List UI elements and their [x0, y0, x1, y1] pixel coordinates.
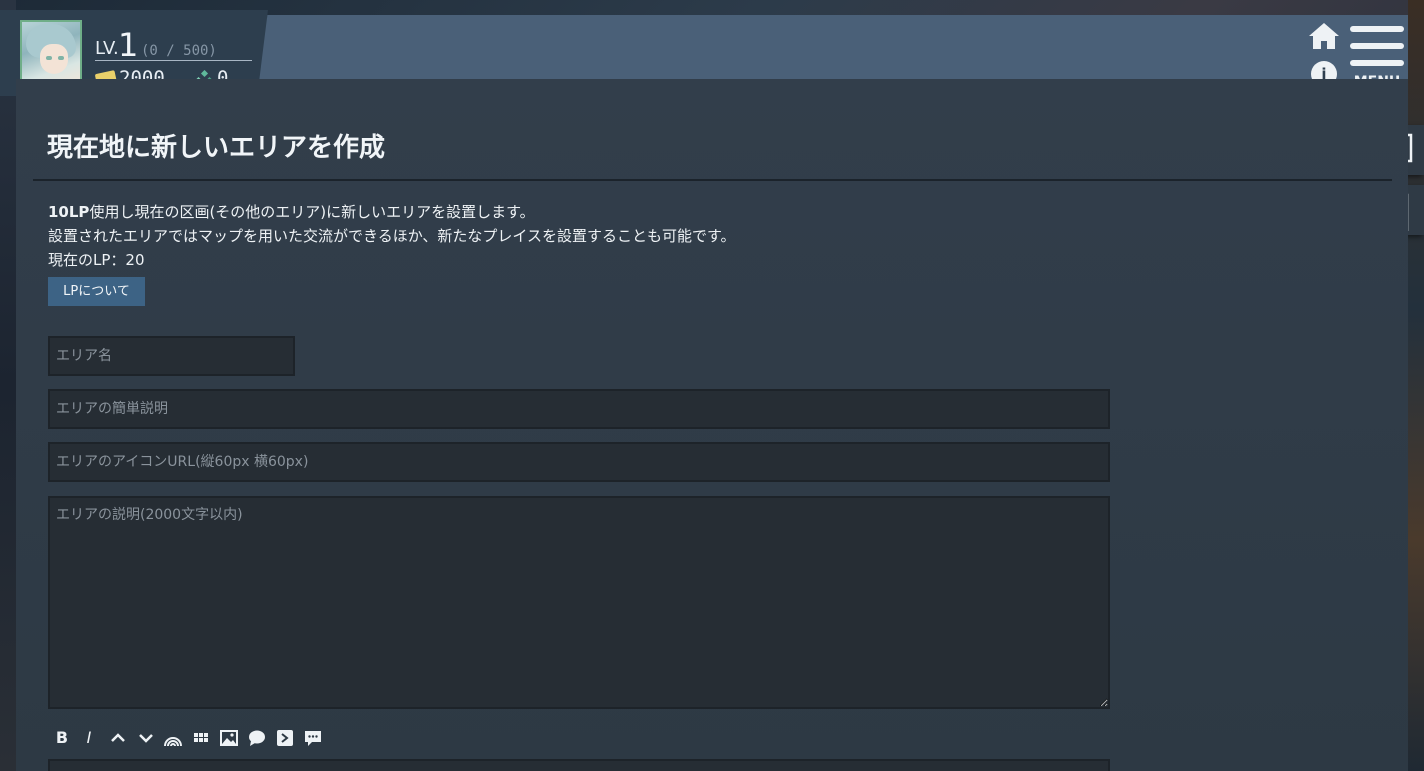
- grid-icon[interactable]: [191, 728, 211, 748]
- home-icon[interactable]: [1308, 22, 1340, 50]
- area-description-textarea[interactable]: [48, 496, 1110, 709]
- background-right: [1408, 0, 1424, 771]
- description-line-1: 10LP使用し現在の区画(その他のエリア)に新しいエリアを設置します。: [48, 203, 535, 221]
- area-name-input[interactable]: [48, 336, 295, 376]
- bold-button[interactable]: B: [52, 728, 72, 748]
- lp-cost: 10LP: [48, 203, 90, 221]
- rainbow-icon[interactable]: [163, 728, 183, 748]
- current-lp: 現在のLP：20: [48, 251, 145, 269]
- background-left: [0, 0, 16, 771]
- description-line-2: 設置されたエリアではマップを用いた交流ができるほか、新たなプレイスを設置すること…: [48, 227, 736, 245]
- speech-bubble-icon[interactable]: [247, 728, 267, 748]
- area-icon-url-input[interactable]: [48, 442, 1110, 482]
- italic-button[interactable]: I: [79, 728, 99, 748]
- about-lp-button[interactable]: LPについて: [48, 277, 145, 306]
- next-input-field[interactable]: [48, 759, 1110, 771]
- image-icon[interactable]: [219, 728, 239, 748]
- level-divider: [95, 60, 252, 61]
- comment-dots-icon[interactable]: [303, 728, 323, 748]
- avatar[interactable]: [20, 20, 82, 84]
- command-icon[interactable]: [275, 728, 295, 748]
- level-label: LV.: [95, 38, 119, 59]
- title-divider: [33, 179, 1392, 181]
- exp-progress: (0 / 500): [141, 43, 217, 59]
- page-title: 現在地に新しいエリアを作成: [47, 133, 386, 163]
- hamburger-menu-icon: [1350, 26, 1404, 32]
- chevron-down-icon[interactable]: [136, 728, 156, 748]
- chevron-up-icon[interactable]: [108, 728, 128, 748]
- level-value: 1: [118, 26, 139, 64]
- area-summary-input[interactable]: [48, 389, 1110, 429]
